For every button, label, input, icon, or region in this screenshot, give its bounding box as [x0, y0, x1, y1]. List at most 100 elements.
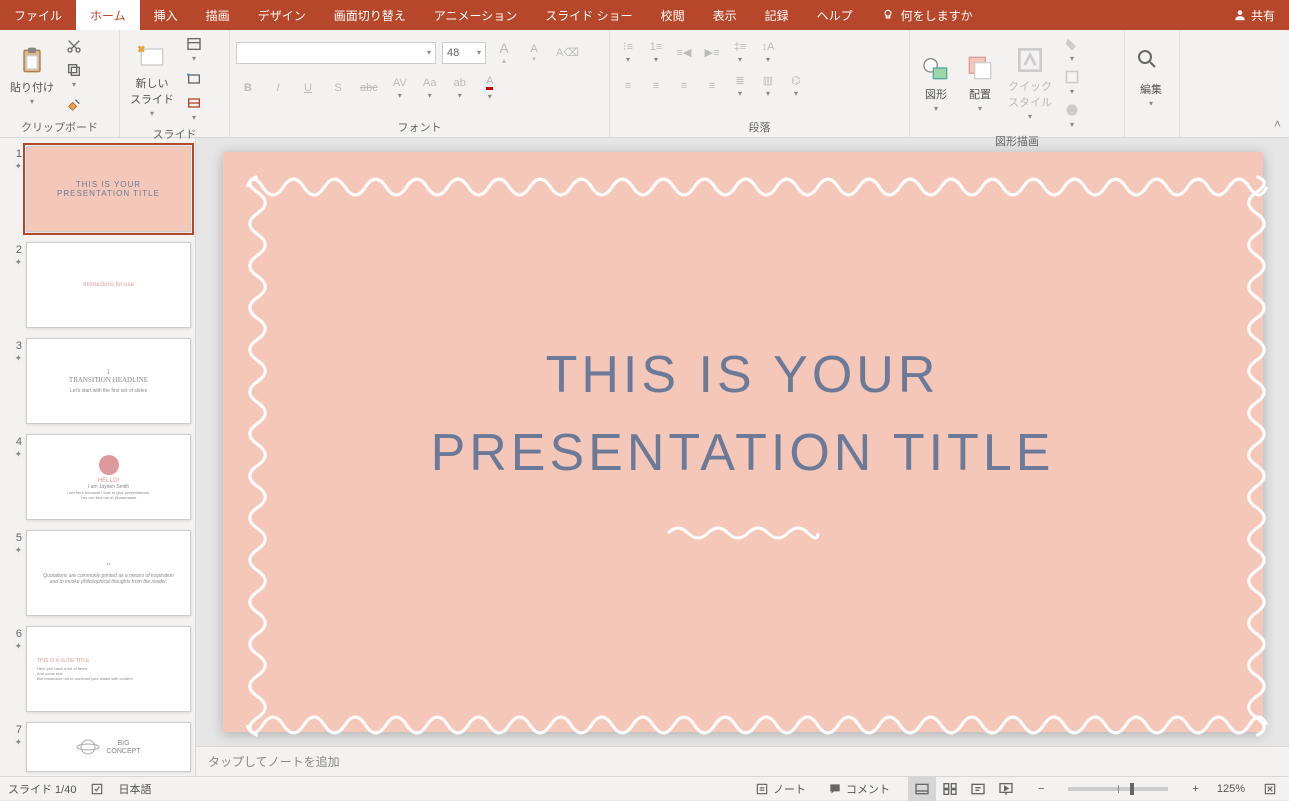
share-button[interactable]: 共有: [1219, 0, 1289, 30]
zoom-out-button[interactable]: −: [1034, 777, 1048, 800]
thumbnail-slide-7[interactable]: BIGCONCEPT: [26, 722, 191, 772]
thumbnail-slide-6[interactable]: THIS IS A SLIDE TITLE Here you have a li…: [26, 626, 191, 712]
sorter-view-button[interactable]: [936, 777, 964, 801]
tab-design[interactable]: デザイン: [244, 0, 320, 30]
tab-animations[interactable]: アニメーション: [420, 0, 532, 30]
slideshow-view-button[interactable]: [992, 777, 1020, 801]
align-center-button[interactable]: ≡: [644, 74, 668, 98]
zoom-slider[interactable]: [1068, 787, 1168, 791]
tab-home[interactable]: ホーム: [76, 0, 140, 30]
tab-transitions[interactable]: 画面切り替え: [320, 0, 420, 30]
thumbnail-item[interactable]: 6✦ THIS IS A SLIDE TITLE Here you have a…: [4, 626, 191, 712]
shape-outline-button[interactable]: ▾: [1060, 67, 1084, 98]
distribute-button[interactable]: ≣▾: [728, 72, 752, 100]
shapes-icon: [920, 52, 952, 84]
change-case-button[interactable]: Aa▾: [418, 75, 442, 102]
layout-button[interactable]: ▾: [182, 34, 206, 65]
smartart-button[interactable]: ⌬▾: [784, 72, 808, 100]
cut-button[interactable]: [62, 34, 86, 58]
strikethrough-button[interactable]: abc: [356, 76, 382, 100]
thumbnail-slide-4[interactable]: HELLO! I am Jayden Smith I am here becau…: [26, 434, 191, 520]
fill-icon: [1064, 36, 1080, 52]
notes-pane[interactable]: タップしてノートを追加: [196, 746, 1289, 776]
tab-record[interactable]: 記録: [751, 0, 803, 30]
quick-styles-button[interactable]: クイック スタイル ▾: [1004, 50, 1056, 116]
reading-view-button[interactable]: [964, 777, 992, 801]
normal-view-button[interactable]: [908, 777, 936, 801]
shrink-font-button[interactable]: A▾: [522, 41, 546, 65]
font-size-combo[interactable]: 48▾: [442, 42, 486, 64]
char-spacing-button[interactable]: AV▾: [388, 75, 412, 102]
zoom-level[interactable]: 125%: [1217, 783, 1245, 795]
animation-indicator-icon: ✦: [14, 641, 22, 651]
tell-me-search[interactable]: 何をしますか: [867, 0, 987, 30]
notes-button[interactable]: ノート: [751, 777, 810, 800]
shape-effects-button[interactable]: ▾: [1060, 100, 1084, 131]
grow-font-button[interactable]: A▴: [492, 38, 516, 67]
text-direction-button[interactable]: ↕A▾: [756, 39, 780, 66]
zoom-in-button[interactable]: +: [1188, 777, 1202, 800]
collapse-ribbon-button[interactable]: ˄: [1274, 117, 1281, 131]
tab-view[interactable]: 表示: [699, 0, 751, 30]
comments-button[interactable]: コメント: [824, 777, 894, 800]
decrease-indent-button[interactable]: ≡◀: [672, 40, 696, 64]
thumbnail-slide-1[interactable]: THIS IS YOUR PRESENTATION TITLE: [26, 146, 191, 232]
justify-icon: ≡: [709, 80, 715, 92]
tab-help[interactable]: ヘルプ: [803, 0, 867, 30]
slide-canvas-area[interactable]: This is your presentation title: [196, 138, 1289, 746]
italic-button[interactable]: I: [266, 76, 290, 100]
numbering-button[interactable]: 1≡▾: [644, 39, 668, 66]
tab-slideshow[interactable]: スライド ショー: [531, 0, 646, 30]
paste-button[interactable]: 貼り付け ▾: [6, 43, 58, 109]
chevron-down-icon: ▾: [654, 55, 658, 64]
tab-file[interactable]: ファイル: [0, 0, 76, 30]
tab-insert[interactable]: 挿入: [140, 0, 192, 30]
section-button[interactable]: ▾: [182, 93, 206, 124]
chevron-down-icon: ▾: [626, 55, 630, 64]
format-painter-button[interactable]: [62, 93, 86, 117]
thumb-number: 4: [16, 436, 22, 448]
columns-button[interactable]: ▥▾: [756, 72, 780, 100]
thumb-number: 2: [16, 244, 22, 256]
bullets-button[interactable]: ⁝≡▾: [616, 38, 640, 66]
shadow-button[interactable]: S: [326, 76, 350, 100]
thumbnail-slide-3[interactable]: 1 TRANSITION HEADLINE Let's start with t…: [26, 338, 191, 424]
font-family-combo[interactable]: ▾: [236, 42, 436, 64]
thumbnail-item[interactable]: 1✦ THIS IS YOUR PRESENTATION TITLE: [4, 146, 191, 232]
tab-draw[interactable]: 描画: [192, 0, 244, 30]
comments-label: コメント: [846, 781, 890, 797]
increase-indent-button[interactable]: ▶≡: [700, 40, 724, 64]
language-indicator[interactable]: 日本語: [118, 781, 151, 797]
thumbnail-item[interactable]: 2✦ Instructions for use: [4, 242, 191, 328]
bold-button[interactable]: B: [236, 76, 260, 100]
slide-thumbnails-panel[interactable]: 1✦ THIS IS YOUR PRESENTATION TITLE 2✦ In…: [0, 138, 196, 776]
find-button[interactable]: 編集 ▾: [1131, 45, 1171, 111]
reset-button[interactable]: [182, 67, 206, 91]
thumbnail-item[interactable]: 5✦ " Quotations are commonly printed as …: [4, 530, 191, 616]
fit-to-window-button[interactable]: [1259, 777, 1281, 800]
align-right-button[interactable]: ≡: [672, 74, 696, 98]
shapes-button[interactable]: 図形 ▾: [916, 50, 956, 116]
thumbnail-item[interactable]: 7✦ BIGCONCEPT: [4, 722, 191, 772]
highlight-button[interactable]: ab▾: [448, 75, 472, 102]
underline-button[interactable]: U: [296, 76, 320, 100]
thumbnail-slide-5[interactable]: " Quotations are commonly printed as a m…: [26, 530, 191, 616]
tab-review[interactable]: 校閲: [647, 0, 699, 30]
clear-formatting-button[interactable]: A⌫: [552, 41, 583, 65]
thumbnail-item[interactable]: 3✦ 1 TRANSITION HEADLINE Let's start wit…: [4, 338, 191, 424]
thumbnail-slide-2[interactable]: Instructions for use: [26, 242, 191, 328]
justify-button[interactable]: ≡: [700, 74, 724, 98]
spellcheck-button[interactable]: [90, 782, 104, 796]
align-left-button[interactable]: ≡: [616, 74, 640, 98]
shape-fill-button[interactable]: ▾: [1060, 34, 1084, 65]
zoom-slider-thumb[interactable]: [1130, 783, 1134, 795]
copy-button[interactable]: ▾: [62, 60, 86, 91]
font-color-button[interactable]: A▾: [478, 73, 502, 103]
new-slide-button[interactable]: 新しい スライド ▾: [126, 46, 178, 112]
comment-icon: [828, 782, 842, 796]
arrange-button[interactable]: 配置 ▾: [960, 50, 1000, 116]
slide-canvas[interactable]: This is your presentation title: [223, 152, 1263, 732]
thumbnail-item[interactable]: 4✦ HELLO! I am Jayden Smith I am here be…: [4, 434, 191, 520]
slide-counter[interactable]: スライド 1/40: [8, 781, 76, 797]
line-spacing-button[interactable]: ‡≡▾: [728, 39, 752, 66]
